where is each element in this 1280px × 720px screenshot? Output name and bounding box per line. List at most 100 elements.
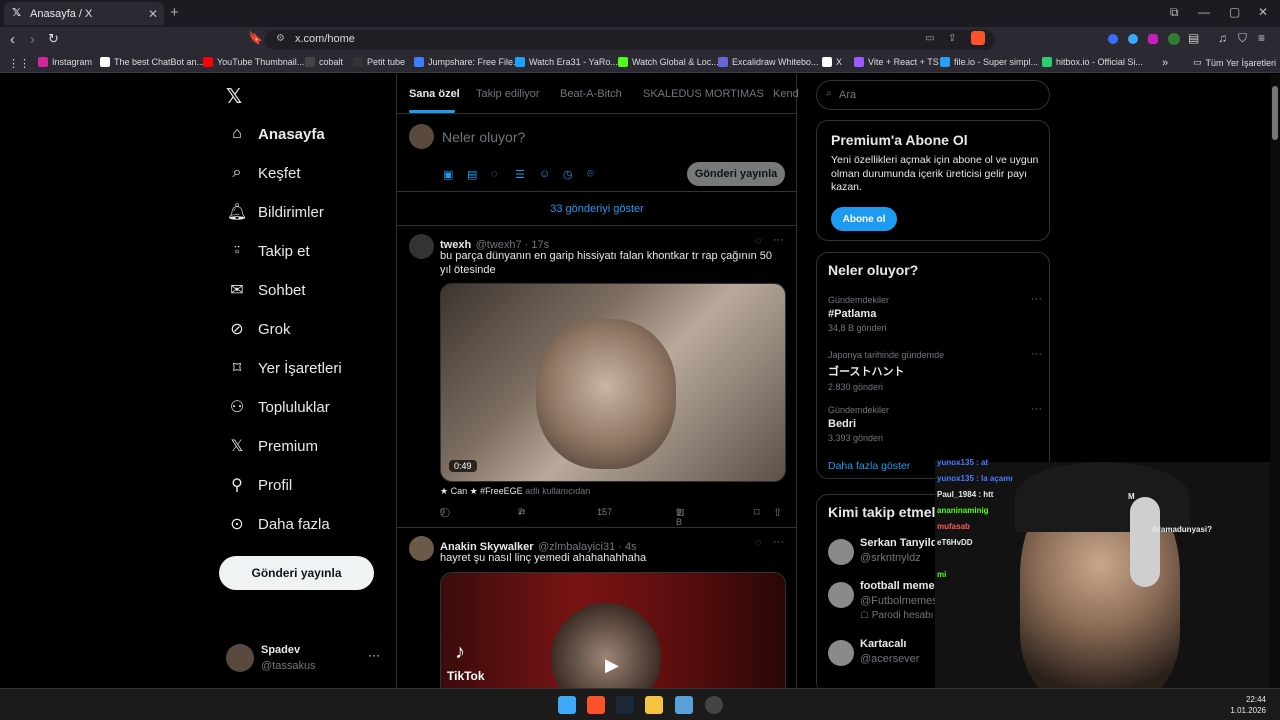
trend-item[interactable]: Japonya tarihinde gündemde ゴーストハント 2.830 g… bbox=[828, 348, 1042, 392]
more-icon[interactable]: ··· bbox=[773, 536, 784, 548]
browser-tab[interactable]: 𝕏 Anasayfa / X ✕ bbox=[4, 2, 164, 25]
steam-icon[interactable] bbox=[616, 696, 634, 714]
extension-icon[interactable] bbox=[1168, 33, 1180, 45]
emoji-icon[interactable]: ☺ bbox=[539, 168, 550, 180]
tweet-video[interactable]: 0:49 bbox=[440, 283, 786, 482]
nav-item-x-logo[interactable]: 𝕏 Premium bbox=[226, 431, 318, 461]
bookmark-item[interactable]: cobalt bbox=[305, 57, 343, 67]
bookmark-item[interactable]: Petit tube bbox=[353, 57, 405, 67]
bookmark-item[interactable]: X bbox=[822, 57, 842, 67]
windows-start-icon[interactable] bbox=[558, 696, 576, 714]
extensions-icon[interactable]: ⧉ bbox=[1170, 5, 1179, 20]
location-icon[interactable]: ⌾ bbox=[587, 168, 594, 181]
bookmark-item[interactable]: file.io - Super simpl... bbox=[940, 57, 1038, 67]
tab-following[interactable]: Takip ediliyor bbox=[476, 88, 540, 100]
grok-icon[interactable]: ◌ bbox=[755, 235, 762, 247]
composer-input[interactable]: Neler oluyor? bbox=[442, 129, 525, 145]
share-icon[interactable]: ⇪ bbox=[948, 33, 956, 44]
tweet[interactable]: twexh @twexh7 · 17s ◌ ··· bu parça dünya… bbox=[397, 226, 797, 528]
sidebar-icon[interactable]: ▤ bbox=[1188, 31, 1199, 45]
extension-icon[interactable] bbox=[1148, 34, 1158, 44]
bookmark-icon[interactable]: ⌑ bbox=[754, 506, 760, 519]
subscribe-button[interactable]: Abone ol bbox=[831, 207, 897, 231]
composer-post-button[interactable]: Gönderi yayınla bbox=[687, 162, 785, 186]
reload-icon[interactable]: ↻ bbox=[48, 31, 59, 47]
bookmark-item[interactable]: Vite + React + TS bbox=[854, 57, 939, 67]
nav-item-add-user[interactable]: ⍤ Takip et bbox=[226, 236, 310, 266]
bookmark-page-icon[interactable]: 🔖 bbox=[248, 31, 263, 45]
post-button[interactable]: Gönderi yayınla bbox=[219, 556, 374, 590]
gif-icon[interactable]: ▤ bbox=[467, 168, 477, 181]
more-icon[interactable]: ··· bbox=[1031, 293, 1042, 305]
apps-icon[interactable]: ⋮⋮ bbox=[8, 57, 30, 70]
suggestion-handle[interactable]: @acersever bbox=[860, 653, 919, 665]
system-clock[interactable]: 22:44 1.01.2026 bbox=[1230, 694, 1266, 716]
file-explorer-icon[interactable] bbox=[645, 696, 663, 714]
all-bookmarks[interactable]: ▭ Tüm Yer İşaretleri bbox=[1193, 57, 1276, 68]
avatar[interactable] bbox=[828, 539, 854, 565]
vpn-icon[interactable] bbox=[1108, 34, 1118, 44]
show-more-trends[interactable]: Daha fazla göster bbox=[828, 460, 910, 472]
tweet-video[interactable]: ♪ TikTok ▶ bbox=[440, 572, 786, 688]
nav-item-people[interactable]: ⚇ Topluluklar bbox=[226, 392, 330, 422]
show-new-posts[interactable]: 33 gönderiyi göster bbox=[397, 192, 797, 226]
nav-item-search[interactable]: ⌕ Keşfet bbox=[226, 158, 301, 188]
poll-icon[interactable]: ☰ bbox=[515, 168, 525, 181]
maximize-icon[interactable]: ▢ bbox=[1229, 5, 1240, 19]
x-logo-icon[interactable]: 𝕏 bbox=[226, 84, 242, 109]
bookmark-item[interactable]: hitbox.io - Official Si... bbox=[1042, 57, 1143, 67]
more-icon[interactable]: ··· bbox=[773, 234, 784, 246]
close-tab-icon[interactable]: ✕ bbox=[148, 7, 158, 21]
brave-shields-icon[interactable] bbox=[971, 31, 985, 45]
grok-icon[interactable]: ◌ bbox=[755, 537, 762, 549]
bookmark-item[interactable]: Instagram bbox=[38, 57, 92, 67]
bookmark-item[interactable]: Watch Global & Loc... bbox=[618, 57, 719, 67]
tab-list[interactable]: Beat-A-Bitch bbox=[560, 88, 622, 100]
url-field[interactable]: ⚙ x.com/home ▭ ⇪ bbox=[265, 30, 995, 50]
app-icon[interactable] bbox=[705, 696, 723, 714]
bookmark-item[interactable]: The best ChatBot an... bbox=[100, 57, 204, 67]
media-icon[interactable]: ♫ bbox=[1218, 31, 1227, 45]
brave-icon[interactable] bbox=[587, 696, 605, 714]
app-icon[interactable] bbox=[675, 696, 693, 714]
avatar[interactable] bbox=[409, 536, 434, 561]
schedule-icon[interactable]: ◷ bbox=[563, 168, 573, 181]
scroll-thumb[interactable] bbox=[1272, 86, 1278, 140]
menu-icon[interactable]: ≡ bbox=[1258, 31, 1265, 45]
back-icon[interactable]: ‹ bbox=[10, 31, 15, 48]
share-icon[interactable]: ⇧ bbox=[773, 506, 782, 519]
tab-for-you[interactable]: Sana özel bbox=[409, 88, 460, 100]
bookmark-item[interactable]: Jumpshare: Free File... bbox=[414, 57, 521, 67]
trend-item[interactable]: Gündemdekiler Bedri 3.393 gönderi ··· bbox=[828, 403, 1042, 443]
window-close-icon[interactable]: ✕ bbox=[1258, 5, 1268, 19]
account-switcher[interactable]: Spadev @tassakus ··· bbox=[226, 642, 386, 682]
attribution-user[interactable]: ★ Can ★ #FreeEGE bbox=[440, 486, 523, 496]
trend-item[interactable]: Gündemdekiler #Patlama 34,8 B gönderi ··· bbox=[828, 293, 1042, 333]
search-input[interactable]: ⌕ Ara bbox=[816, 80, 1050, 110]
page-scrollbar[interactable] bbox=[1270, 74, 1280, 688]
minimize-icon[interactable]: — bbox=[1198, 5, 1210, 19]
shield-icon[interactable]: ⛉ bbox=[1238, 31, 1247, 46]
suggestion-name[interactable]: football memes bbox=[860, 580, 941, 592]
suggestion-name[interactable]: Kartacalı bbox=[860, 638, 906, 650]
avatar[interactable] bbox=[409, 234, 434, 259]
tweet[interactable]: Anakin Skywalker @zlmbalayici31 · 4s ◌ ·… bbox=[397, 528, 797, 688]
grok-icon[interactable]: ◌ bbox=[491, 168, 498, 180]
nav-item-bell[interactable]: 🔔︎ Bildirimler bbox=[226, 197, 324, 227]
extension-icon[interactable] bbox=[1128, 34, 1138, 44]
nav-item-home[interactable]: ⌂ Anasayfa bbox=[226, 119, 325, 149]
nav-item-mail[interactable]: ✉ Sohbet bbox=[226, 275, 305, 305]
bookmark-item[interactable]: YouTube Thumbnail... bbox=[203, 57, 304, 67]
more-icon[interactable]: ··· bbox=[1031, 348, 1042, 360]
avatar[interactable] bbox=[828, 640, 854, 666]
nav-item-grok[interactable]: ⊘ Grok bbox=[226, 314, 290, 344]
nav-item-bookmark[interactable]: ⌑ Yer İşaretleri bbox=[226, 353, 342, 383]
play-icon[interactable]: ▶ bbox=[605, 655, 619, 676]
bookmark-item[interactable]: Excalidraw Whitebo... bbox=[718, 57, 819, 67]
tab-list[interactable]: SKALEDUS MORTIMAS bbox=[643, 88, 764, 100]
site-info-icon[interactable]: ⚙ bbox=[276, 33, 285, 44]
suggestion-name[interactable]: Serkan Tanyildiz bbox=[860, 537, 946, 549]
more-bookmarks-icon[interactable]: » bbox=[1162, 57, 1168, 69]
new-tab-icon[interactable]: + bbox=[170, 4, 179, 21]
bookmark-item[interactable]: Watch Era31 - YaRo... bbox=[515, 57, 618, 67]
